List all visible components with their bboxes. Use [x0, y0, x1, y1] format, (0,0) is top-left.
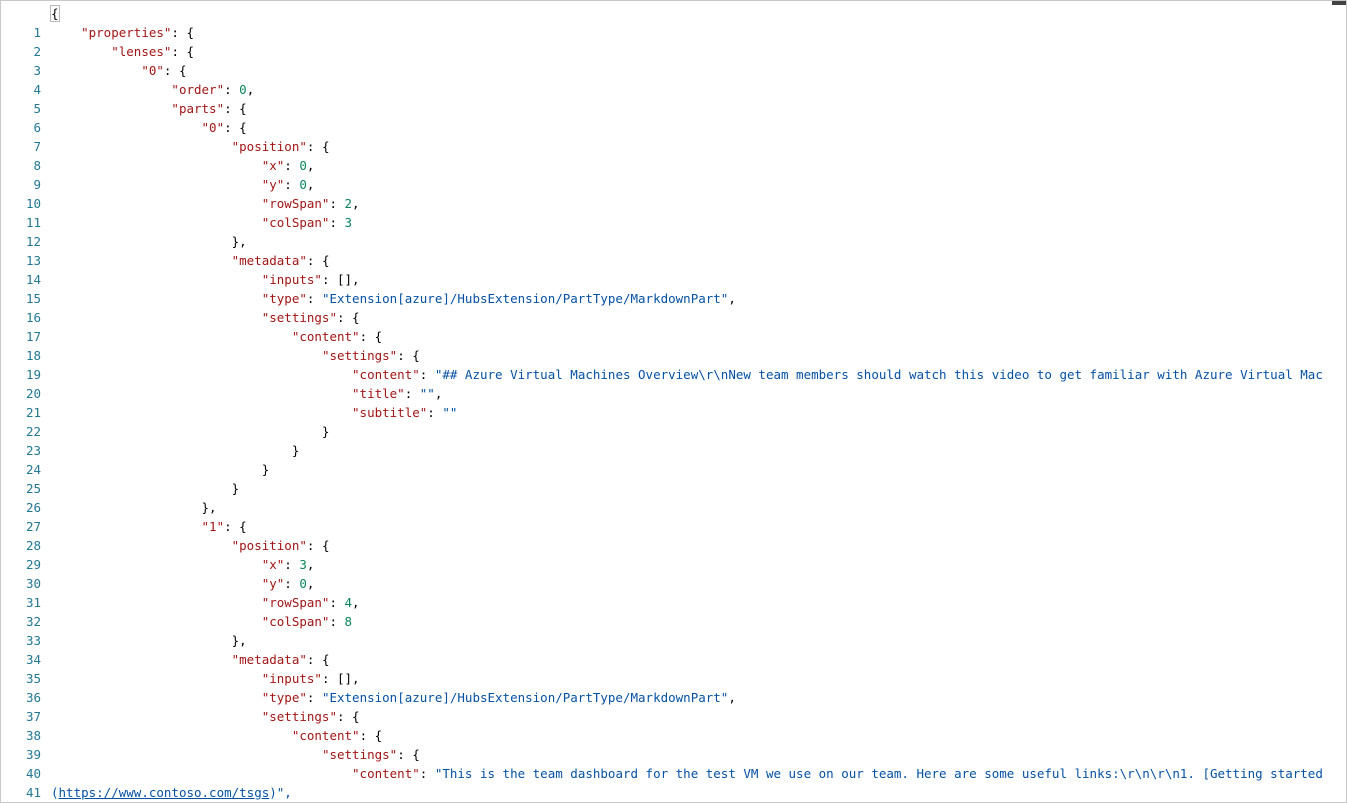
- url-link[interactable]: https://www.contoso.com/tsgs: [59, 785, 270, 800]
- code-line: 9 "x": 0,: [1, 156, 1346, 192]
- code-line: 37 "type": "Extension[azure]/HubsExtensi…: [1, 688, 1346, 724]
- json-key: "properties": [81, 25, 172, 40]
- code-line: 12 "colSpan": 3: [1, 213, 1346, 249]
- code-line: 35 "metadata": {: [1, 650, 1346, 686]
- code-line: 13 },: [1, 232, 1346, 268]
- code-line: 7 "0": {: [1, 118, 1346, 154]
- json-key: "inputs": [261, 671, 322, 686]
- code-line: 28 "1": {: [1, 517, 1346, 553]
- code-line: 21 "title": "",: [1, 384, 1346, 420]
- code-line: 39 "content": {: [1, 726, 1346, 762]
- json-string: "Extension[azure]/HubsExtension/PartType…: [321, 291, 729, 306]
- json-number: 3: [344, 215, 353, 230]
- json-key: "title": [352, 386, 405, 401]
- code-line: 2 "properties": {: [1, 23, 1346, 59]
- code-line: 19 "settings": {: [1, 346, 1346, 382]
- code-line: 38 "settings": {: [1, 707, 1346, 743]
- code-line: 33 "colSpan": 8: [1, 612, 1346, 648]
- json-key: "settings": [261, 709, 337, 724]
- json-key: "type": [261, 291, 307, 306]
- json-key: "content": [352, 766, 420, 781]
- json-key: "settings": [321, 747, 398, 762]
- json-key: "rowSpan": [261, 595, 330, 610]
- json-key: "settings": [261, 310, 337, 325]
- code-line: 36 "inputs": [],: [1, 669, 1346, 705]
- json-number: 0: [299, 158, 307, 173]
- json-number: 0: [299, 177, 307, 192]
- json-string: "Extension[azure]/HubsExtension/PartType…: [321, 690, 729, 705]
- code-line: 8 "position": {: [1, 137, 1346, 173]
- code-line: 25 }: [1, 460, 1346, 496]
- code-line: 20 "content": "## Azure Virtual Machines…: [1, 365, 1346, 401]
- code-lines: 1 { 2 "properties": { 3 "lenses": { 4 "0…: [1, 4, 1346, 802]
- json-key: "colSpan": [261, 215, 330, 230]
- json-key: "0": [201, 120, 225, 135]
- code-line: 4 "0": {: [1, 61, 1346, 97]
- code-line: 27 },: [1, 498, 1346, 534]
- json-key: "subtitle": [352, 405, 428, 420]
- code-line: 15 "inputs": [],: [1, 270, 1346, 306]
- code-line: 10 "y": 0,: [1, 175, 1346, 211]
- code-line: 41 "content": "This is the team dashboar…: [1, 764, 1346, 800]
- json-key: "settings": [321, 348, 398, 363]
- code-line: 16 "type": "Extension[azure]/HubsExtensi…: [1, 289, 1346, 325]
- open-brace: {: [50, 5, 60, 22]
- code-line: 3 "lenses": {: [1, 42, 1346, 78]
- json-key: "lenses": [111, 44, 172, 59]
- json-key: "colSpan": [261, 614, 330, 629]
- json-number: 2: [344, 196, 353, 211]
- json-key: "0": [141, 63, 164, 78]
- code-line: 6 "parts": {: [1, 99, 1346, 135]
- code-line: 22 "subtitle": "": [1, 403, 1346, 439]
- code-line: 32 "rowSpan": 4,: [1, 593, 1346, 629]
- json-key: "type": [261, 690, 307, 705]
- code-line: 5 "order": 0,: [1, 80, 1346, 116]
- json-key: "content": [291, 728, 360, 743]
- json-key: "position": [231, 538, 307, 553]
- code-line: 18 "content": {: [1, 327, 1346, 363]
- json-key: "x": [261, 557, 285, 572]
- code-line: 26 }: [1, 479, 1346, 515]
- json-number: 3: [299, 557, 307, 572]
- json-key: "y": [261, 576, 285, 591]
- code-line: 17 "settings": {: [1, 308, 1346, 344]
- json-key: "content": [352, 367, 420, 382]
- json-key: "x": [261, 158, 285, 173]
- json-key: "metadata": [231, 253, 307, 268]
- json-key: "order": [171, 82, 225, 97]
- json-number: 4: [344, 595, 353, 610]
- code-line: 30 "x": 3,: [1, 555, 1346, 591]
- code-line: 31 "y": 0,: [1, 574, 1346, 610]
- code-line: 1 {: [1, 4, 1346, 40]
- json-string: "## Azure Virtual Machines Overview\r\nN…: [434, 367, 1323, 382]
- json-key: "parts": [171, 101, 225, 116]
- json-number: 0: [299, 576, 307, 591]
- json-key: "inputs": [261, 272, 322, 287]
- json-key: "metadata": [231, 652, 307, 667]
- code-line: 11 "rowSpan": 2,: [1, 194, 1346, 230]
- json-key: "content": [291, 329, 360, 344]
- json-key: "y": [261, 177, 285, 192]
- json-key: "rowSpan": [261, 196, 330, 211]
- json-number: 8: [344, 614, 353, 629]
- json-code-editor[interactable]: 1 { 2 "properties": { 3 "lenses": { 4 "0…: [0, 0, 1347, 803]
- code-line: 40 "settings": {: [1, 745, 1346, 781]
- json-string: (: [51, 785, 59, 800]
- code-line: 34 },: [1, 631, 1346, 667]
- json-string: "": [442, 405, 458, 420]
- json-key: "position": [231, 139, 307, 154]
- json-key: "1": [201, 519, 225, 534]
- json-string: )",: [269, 785, 292, 800]
- json-number: 0: [239, 82, 247, 97]
- code-line: 24 }: [1, 441, 1346, 477]
- json-string: "": [419, 386, 435, 401]
- json-string: "This is the team dashboard for the test…: [434, 766, 1323, 781]
- wrapped-line-continuation: (https://www.contoso.com/tsgs)",: [1, 783, 1346, 802]
- code-line: 14 "metadata": {: [1, 251, 1346, 287]
- code-line: 23 }: [1, 422, 1346, 458]
- code-line: 29 "position": {: [1, 536, 1346, 572]
